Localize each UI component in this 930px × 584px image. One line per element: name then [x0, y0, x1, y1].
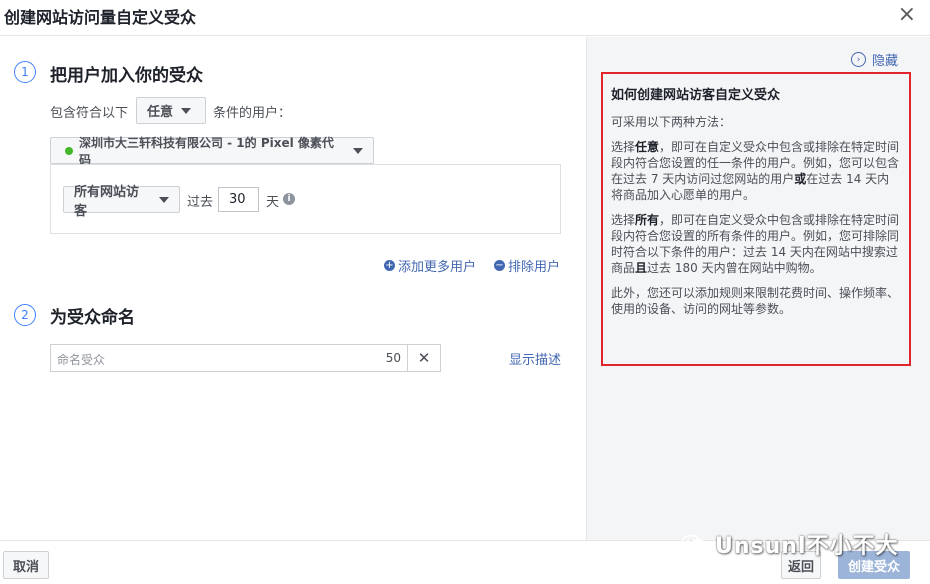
cancel-button[interactable]: 取消: [3, 551, 49, 579]
hide-help-link[interactable]: › 隐藏: [851, 50, 898, 69]
hide-help-label: 隐藏: [872, 54, 899, 69]
dialog-title: 创建网站访问量自定义受众: [4, 8, 197, 27]
help-title: 如何创建网站访客自定义受众: [611, 88, 781, 103]
pixel-selector[interactable]: 深圳市大三轩科技有限公司 - 1的 Pixel 像素代码: [50, 136, 374, 167]
add-more-users-label: 添加更多用户: [398, 260, 477, 275]
plus-circle-icon: +: [384, 259, 395, 271]
pixel-status-dot: [65, 146, 73, 155]
chevron-down-icon: [159, 196, 169, 203]
dialog-header: 创建网站访问量自定义受众 ×: [0, 0, 930, 36]
chevron-down-icon: [181, 107, 192, 114]
show-description-link[interactable]: 显示描述: [509, 349, 561, 368]
step-2-indicator: 2: [14, 304, 36, 326]
help-paragraph-all: 选择所有，即可在自定义受众中包含或排除在特定时间段内符合您设置的所有条件的用户。…: [611, 213, 900, 275]
info-icon[interactable]: i: [283, 193, 295, 205]
audience-name-placeholder: 命名受众: [57, 353, 106, 367]
help-content-box: 如何创建网站访客自定义受众 可采用以下两种方法： 选择任意，即可在自定义受众中包…: [601, 72, 911, 366]
add-more-users-link[interactable]: + 添加更多用户: [384, 256, 476, 275]
visitor-type-dropdown[interactable]: 所有网站访客: [63, 185, 180, 219]
include-prefix-label: 包含符合以下: [50, 106, 129, 121]
watermark-text: Unsunl不小不大: [715, 534, 899, 559]
close-icon[interactable]: ×: [898, 2, 916, 27]
visitor-type-value: 所有网站访客: [74, 184, 140, 219]
step-2-title: 为受众命名: [50, 308, 135, 328]
include-suffix-label: 条件的用户：: [213, 106, 292, 121]
chevron-right-icon: ›: [851, 52, 866, 67]
help-paragraph-any: 选择任意，即可在自定义受众中包含或排除在特定时间段内符合您设置的任一条件的用户。…: [611, 140, 900, 202]
minus-circle-icon: −: [494, 259, 505, 271]
char-counter: 50: [385, 351, 401, 365]
chevron-down-icon: [353, 147, 363, 154]
help-paragraph-extra: 此外，您还可以添加规则来限制花费时间、操作频率、使用的设备、访问的网址等参数。: [611, 286, 900, 316]
watermark: Unsunl不小不大: [681, 528, 899, 560]
help-intro: 可采用以下两种方法：: [611, 115, 732, 129]
match-type-dropdown[interactable]: 任意: [136, 97, 206, 124]
audience-name-field[interactable]: 命名受众 50: [50, 344, 408, 372]
past-label: 过去: [187, 195, 214, 210]
wechat-icon: [681, 534, 707, 553]
exclude-users-label: 排除用户: [508, 260, 561, 275]
days-unit-label: 天: [266, 195, 280, 210]
days-input[interactable]: 30: [218, 187, 259, 212]
close-icon: ✕: [417, 349, 431, 367]
exclude-users-link[interactable]: − 排除用户: [494, 256, 560, 275]
match-type-value: 任意: [147, 105, 174, 120]
step-1-indicator: 1: [14, 61, 36, 83]
step-1-title: 把用户加入你的受众: [50, 66, 203, 86]
clear-name-button[interactable]: ✕: [407, 344, 441, 372]
pixel-label: 深圳市大三轩科技有限公司 - 1的 Pixel 像素代码: [78, 135, 334, 167]
